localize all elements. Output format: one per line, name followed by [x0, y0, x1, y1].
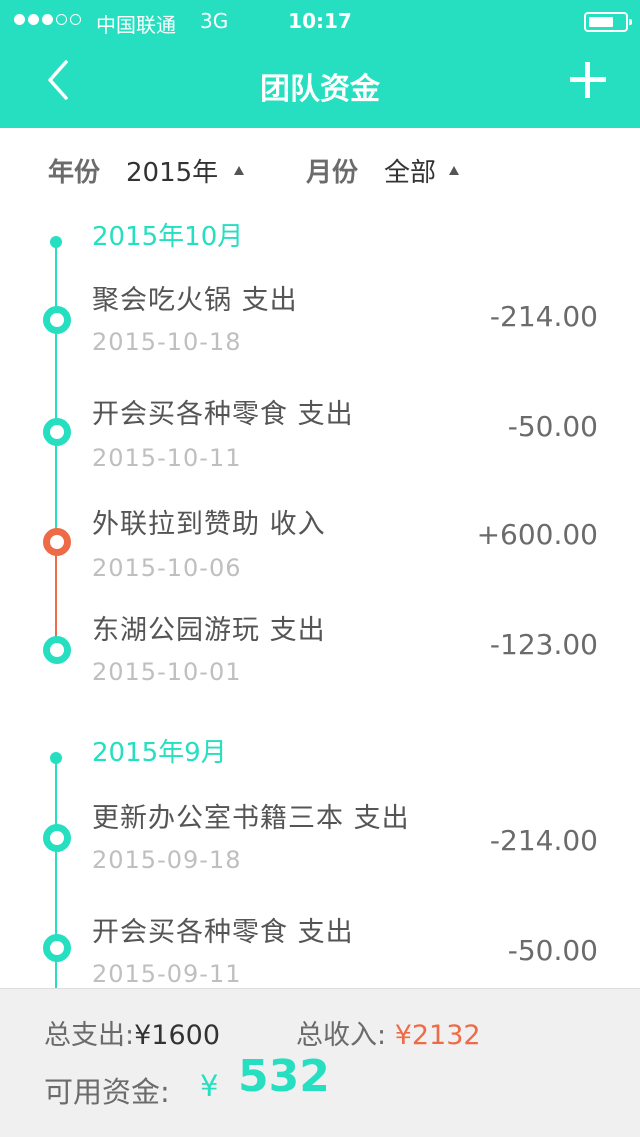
entry-title[interactable]: 聚会吃火锅 支出 — [92, 278, 298, 317]
month-dot — [50, 752, 62, 764]
total-expense-value: ¥1600 — [134, 1020, 221, 1051]
timeline-node — [43, 636, 71, 664]
entry-title[interactable]: 开会买各种零食 支出 — [92, 392, 354, 431]
entry-title[interactable]: 开会买各种零食 支出 — [92, 910, 354, 949]
timeline-node — [43, 418, 71, 446]
entry-amount: -50.00 — [507, 410, 598, 443]
entry-amount: -50.00 — [507, 934, 598, 967]
month-caret-icon[interactable] — [449, 166, 459, 175]
entry-amount: -214.00 — [489, 300, 598, 333]
entry-date: 2015-09-11 — [92, 960, 242, 988]
entry-date: 2015-10-11 — [92, 444, 242, 472]
month-filter-label: 月份 — [306, 158, 359, 188]
timeline-line-income — [55, 542, 57, 650]
status-bar: 中国联通 3G 10:17 — [0, 0, 640, 40]
entry-title[interactable]: 东湖公园游玩 支出 — [92, 608, 326, 647]
timeline-node — [43, 306, 71, 334]
page-title: 团队资金 — [260, 72, 380, 107]
available-value: 532 — [238, 1051, 330, 1102]
month-header: 2015年10月 — [92, 222, 244, 252]
header-bar: 中国联通 3G 10:17 团队资金 — [0, 0, 640, 128]
entry-amount: -214.00 — [489, 824, 598, 857]
timeline-node — [43, 934, 71, 962]
entry-date: 2015-10-18 — [92, 328, 242, 356]
battery-icon — [584, 12, 632, 32]
entry-title[interactable]: 外联拉到赞助 收入 — [92, 502, 326, 541]
year-caret-icon[interactable] — [234, 166, 244, 175]
total-expense-label: 总支出: — [44, 1020, 135, 1051]
total-expense: 总支出:¥1600 — [44, 1013, 220, 1052]
total-income-value: ¥2132 — [394, 1020, 481, 1051]
timeline-node-income — [43, 528, 71, 556]
month-header: 2015年9月 — [92, 738, 227, 768]
summary-panel: 总支出:¥1600 总收入: ¥2132 可用资金: ¥ 532 — [0, 988, 640, 1137]
filter-bar: 年份 2015年 月份 全部 — [0, 128, 640, 208]
entry-date: 2015-10-06 — [92, 554, 242, 582]
available-currency: ¥ — [200, 1069, 219, 1103]
entry-amount: +600.00 — [476, 518, 598, 551]
month-dot — [50, 236, 62, 248]
entry-amount: -123.00 — [489, 628, 598, 661]
available-label: 可用资金: — [44, 1075, 170, 1109]
timeline-node — [43, 824, 71, 852]
month-filter-select[interactable]: 全部 — [384, 152, 436, 189]
year-filter-select[interactable]: 2015年 — [126, 152, 218, 189]
total-income: 总收入: ¥2132 — [296, 1013, 481, 1052]
status-time: 10:17 — [288, 9, 352, 33]
total-income-label: 总收入: — [296, 1020, 387, 1051]
entry-date: 2015-10-01 — [92, 658, 242, 686]
entry-title[interactable]: 更新办公室书籍三本 支出 — [92, 796, 410, 835]
nav-bar: 团队资金 — [0, 40, 640, 128]
year-filter-label: 年份 — [48, 158, 101, 188]
entry-date: 2015-09-18 — [92, 846, 242, 874]
timeline-line — [55, 242, 57, 532]
plus-icon[interactable] — [570, 62, 606, 98]
